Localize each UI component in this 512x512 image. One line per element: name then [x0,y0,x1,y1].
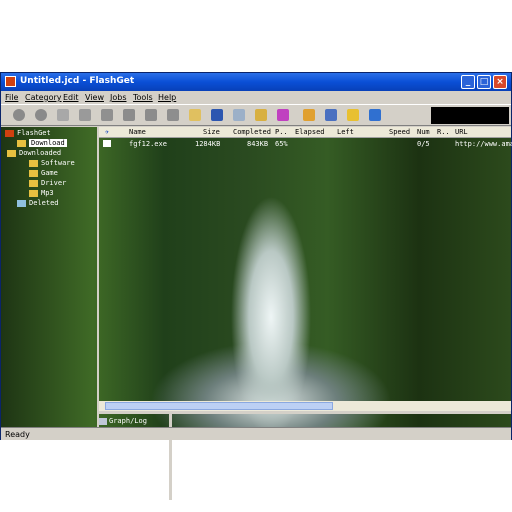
file-icon [103,140,111,147]
tree-item-mp3[interactable]: Mp3 [29,189,54,197]
scrollbar-thumb[interactable] [105,402,333,410]
folder-icon [7,149,16,157]
pin-icon[interactable]: ✈ [105,128,109,136]
col-url[interactable]: URL [455,128,468,136]
tree-item-download[interactable]: Download [17,139,67,147]
find-icon[interactable] [211,109,223,121]
menu-edit[interactable]: Edit [63,93,79,102]
menu-file[interactable]: File [5,93,18,102]
move-up-icon[interactable] [123,109,135,121]
folder-icon [29,189,38,197]
drop-zone-icon[interactable] [277,109,289,121]
col-num[interactable]: Num [417,128,430,136]
cell-num: 0/5 [417,140,430,148]
col-r[interactable]: R.. [437,128,450,136]
folder-icon [29,169,38,177]
col-completed[interactable]: Completed [233,128,271,136]
menu-view[interactable]: View [85,93,104,102]
window-title: Untitled.jcd - FlashGet [20,76,135,86]
title-bar: Untitled.jcd - FlashGet _ □ × [1,73,511,91]
table-row[interactable]: fgf12.exe 1284KB 843KB 65% 0/5 http://ww… [99,139,512,149]
cell-name: fgf12.exe [129,140,167,148]
tree-item-game[interactable]: Game [29,169,58,177]
tree-item-downloaded[interactable]: Downloaded [7,149,61,157]
tree-item-software[interactable]: Software [29,159,75,167]
cell-url: http://www.amaz [455,140,512,148]
menu-category[interactable]: Category [25,93,62,102]
category-tree: FlashGet Download Downloaded Software Ga… [1,127,99,427]
start-icon[interactable] [13,109,25,121]
cell-size: 1284KB [195,140,221,148]
tree-root[interactable]: FlashGet [5,129,51,137]
main-window: Untitled.jcd - FlashGet _ □ × File Categ… [0,72,512,500]
col-size[interactable]: Size [203,128,220,136]
maximize-button[interactable]: □ [477,75,491,89]
cell-percent: 65% [275,140,288,148]
help-icon[interactable] [347,109,359,121]
options-icon[interactable] [303,109,315,121]
tree-item-driver[interactable]: Driver [29,179,66,187]
graph-log-tab[interactable]: Graph/Log [99,417,147,425]
toolbar [1,104,511,126]
main-content: FlashGet Download Downloaded Software Ga… [1,127,512,427]
menu-bar: File Category Edit View Jobs Tools Help [1,91,511,104]
status-text: Ready [5,430,30,439]
col-left[interactable]: Left [337,128,354,136]
open-folder-icon[interactable] [167,109,179,121]
new-icon[interactable] [57,109,69,121]
tree-item-deleted[interactable]: Deleted [17,199,59,207]
folder-icon [17,139,26,147]
menu-tools[interactable]: Tools [133,93,153,102]
folder-icon [29,179,38,187]
horizontal-scrollbar[interactable] [99,401,511,411]
properties-icon[interactable] [101,109,113,121]
cell-completed: 843KB [247,140,269,148]
pause-icon[interactable] [35,109,47,121]
exit-icon[interactable] [369,109,381,121]
menu-help[interactable]: Help [158,93,176,102]
download-list-header: ✈ Name Size Completed P.. Elapsed Left S… [99,127,511,138]
recycle-bin-icon [17,199,26,207]
delete-icon[interactable] [79,109,91,121]
close-button[interactable]: × [493,75,507,89]
flashget-app-icon [5,76,16,87]
graph-icon [99,417,107,425]
move-down-icon[interactable] [145,109,157,121]
minimize-button[interactable]: _ [461,75,475,89]
col-elapsed[interactable]: Elapsed [295,128,325,136]
menu-jobs[interactable]: Jobs [110,93,127,102]
drop-target-panel[interactable] [431,107,509,124]
flashget-icon [5,129,14,137]
col-percent[interactable]: P.. [275,128,288,136]
col-name[interactable]: Name [129,128,146,136]
folder-icon [29,159,38,167]
open-icon[interactable] [189,109,201,121]
pane-splitter[interactable] [99,411,511,414]
dial-icon[interactable] [255,109,267,121]
col-speed[interactable]: Speed [389,128,410,136]
site-manager-icon[interactable] [325,109,337,121]
connect-icon[interactable] [233,109,245,121]
status-bar: Ready [1,427,511,440]
